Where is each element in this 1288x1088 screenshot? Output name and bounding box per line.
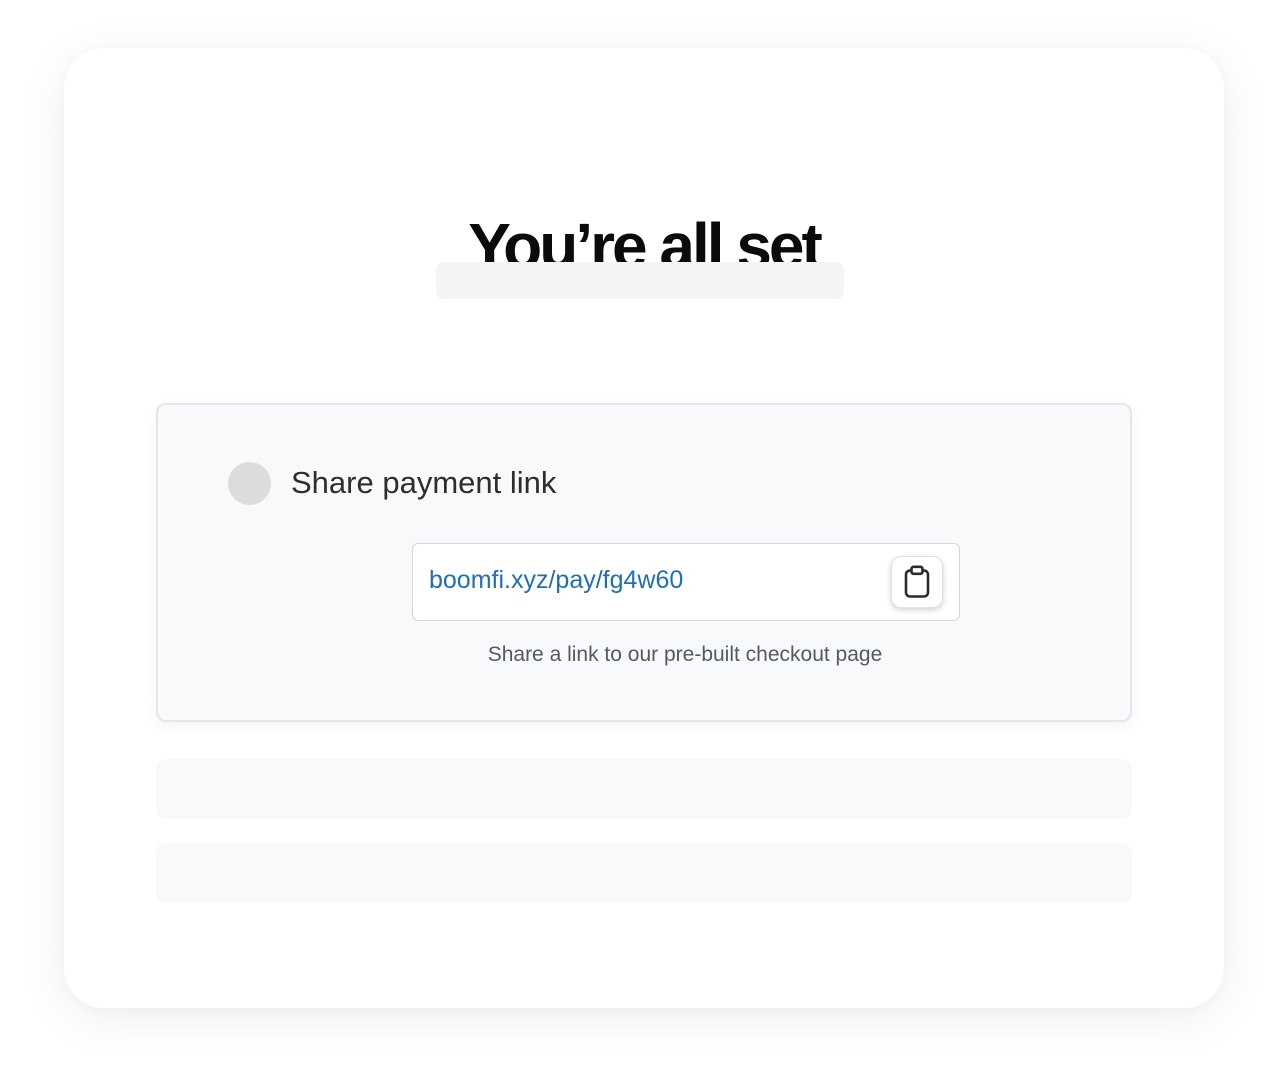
placeholder-option-2 xyxy=(156,843,1132,903)
option-radio[interactable] xyxy=(228,462,271,505)
payment-link-field[interactable]: boomfi.xyz/pay/fg4w60 xyxy=(412,543,960,621)
option-title: Share payment link xyxy=(291,465,557,500)
payment-link-text[interactable]: boomfi.xyz/pay/fg4w60 xyxy=(429,563,683,597)
page-background: You’re all set Share payment link boomfi… xyxy=(0,0,1288,1088)
placeholder-option-1 xyxy=(156,759,1132,819)
option-description: Share a link to our pre-built checkout p… xyxy=(487,643,883,666)
subtitle-placeholder xyxy=(436,262,844,299)
copy-link-button[interactable] xyxy=(891,556,943,608)
clipboard-icon xyxy=(903,565,931,599)
share-payment-link-option[interactable]: Share payment link boomfi.xyz/pay/fg4w60… xyxy=(156,403,1132,722)
success-card: You’re all set Share payment link boomfi… xyxy=(64,48,1224,1008)
